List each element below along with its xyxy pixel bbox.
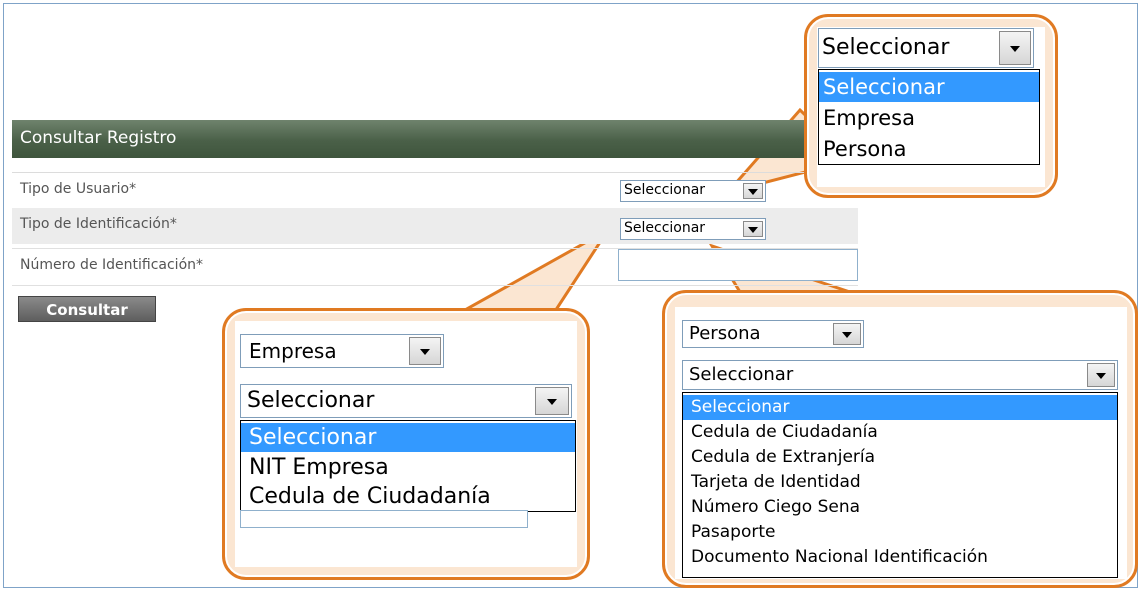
numero-identificacion-input[interactable] <box>618 249 858 281</box>
tipo-identificacion-select-value: Seleccionar <box>624 220 706 236</box>
option-pasaporte[interactable]: Pasaporte <box>683 520 1117 545</box>
option-nit-empresa[interactable]: NIT Empresa <box>241 453 575 482</box>
empresa-id-type-select[interactable]: Seleccionar <box>240 384 572 418</box>
option-tarjeta-identidad[interactable]: Tarjeta de Identidad <box>683 470 1117 495</box>
tipo-usuario-select[interactable]: Seleccionar <box>620 180 766 202</box>
empresa-id-type-value: Seleccionar <box>247 388 375 413</box>
option-empresa[interactable]: Empresa <box>819 103 1039 133</box>
tipo-identificacion-select[interactable]: Seleccionar <box>620 218 766 240</box>
persona-id-type-select[interactable]: Seleccionar <box>682 360 1118 390</box>
dropdown-arrow-icon[interactable] <box>535 387 569 415</box>
empresa-user-type-select[interactable]: Empresa <box>240 334 444 368</box>
numero-identificacion-label: Número de Identificación* <box>20 257 204 273</box>
option-seleccionar[interactable]: Seleccionar <box>241 423 575 452</box>
dropdown-arrow-icon[interactable] <box>409 337 441 365</box>
dropdown-arrow-icon[interactable] <box>833 323 861 345</box>
option-documento-nacional-identificacion[interactable]: Documento Nacional Identificación <box>683 545 1117 570</box>
option-cedula-extranjeria[interactable]: Cedula de Extranjería <box>683 445 1117 470</box>
empresa-numero-input[interactable] <box>240 510 528 528</box>
option-cedula-ciudadania[interactable]: Cedula de Ciudadanía <box>683 420 1117 445</box>
option-cedula-ciudadania[interactable]: Cedula de Ciudadanía <box>241 482 575 511</box>
persona-user-type-value: Persona <box>689 323 761 344</box>
empresa-user-type-value: Empresa <box>249 339 337 363</box>
empresa-id-type-options-list: Seleccionar NIT Empresa Cedula de Ciudad… <box>240 420 576 512</box>
option-numero-ciego-sena[interactable]: Número Ciego Sena <box>683 495 1117 520</box>
page-title: Consultar Registro <box>20 128 177 148</box>
tipo-usuario-select-value: Seleccionar <box>624 182 706 198</box>
user-type-select-zoom[interactable]: Seleccionar <box>818 28 1034 68</box>
option-persona[interactable]: Persona <box>819 134 1039 164</box>
option-seleccionar[interactable]: Seleccionar <box>819 72 1039 102</box>
dropdown-arrow-icon[interactable] <box>743 221 763 237</box>
dropdown-arrow-icon[interactable] <box>999 31 1031 65</box>
dropdown-arrow-icon[interactable] <box>743 183 763 199</box>
dropdown-arrow-icon[interactable] <box>1087 363 1115 387</box>
tipo-usuario-label: Tipo de Usuario* <box>20 181 137 197</box>
option-seleccionar[interactable]: Seleccionar <box>683 395 1117 420</box>
user-type-options-list: Seleccionar Empresa Persona <box>818 69 1040 165</box>
persona-user-type-select[interactable]: Persona <box>682 320 864 348</box>
tipo-identificacion-label: Tipo de Identificación* <box>20 216 177 232</box>
user-type-select-zoom-value: Seleccionar <box>822 35 950 60</box>
persona-id-type-options-list: Seleccionar Cedula de Ciudadanía Cedula … <box>682 392 1118 578</box>
consultar-button[interactable]: Consultar <box>18 296 156 322</box>
persona-id-type-value: Seleccionar <box>689 364 794 385</box>
